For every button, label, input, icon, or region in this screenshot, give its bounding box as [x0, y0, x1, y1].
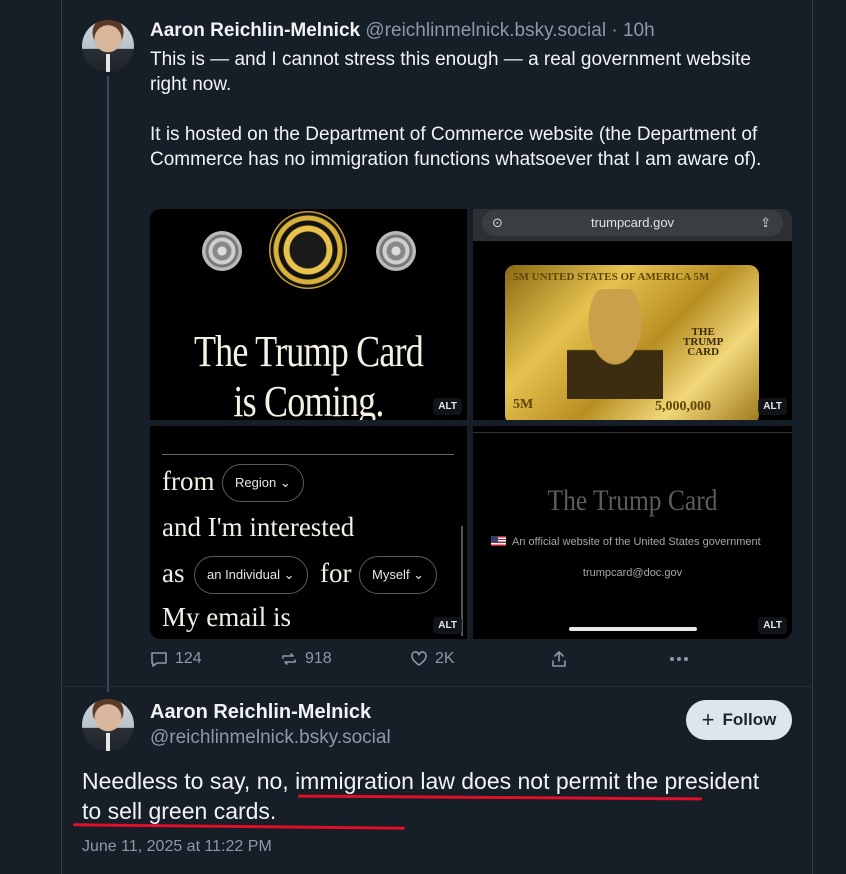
follow-button[interactable]: + Follow — [686, 700, 792, 740]
us-flag-icon — [491, 536, 506, 546]
card-amount-left: 5M — [513, 397, 534, 412]
reply-icon — [151, 652, 167, 667]
post-header: Aaron Reichlin-Melnick @reichlinmelnick.… — [150, 20, 655, 42]
form-divider — [162, 454, 454, 455]
image-divider — [473, 432, 792, 433]
post-text: This is — and I cannot stress this enoug… — [150, 47, 790, 172]
author-handle-time[interactable]: @reichlinmelnick.bsky.social · 10h — [365, 20, 654, 41]
form-text-as: as — [162, 558, 185, 588]
thread-connector-line — [107, 76, 109, 692]
url-bar: ⊙ trumpcard.gov ⇪ — [482, 210, 783, 236]
avatar[interactable] — [82, 699, 134, 751]
dhs-seal-icon — [376, 231, 416, 271]
post-paragraph: This is — and I cannot stress this enoug… — [150, 49, 751, 95]
author-name[interactable]: Aaron Reichlin-Melnick — [150, 20, 360, 41]
like-button[interactable]: 2K — [410, 650, 455, 668]
form-text-from: from — [162, 466, 215, 496]
contact-email: trumpcard@doc.gov — [582, 567, 683, 579]
alt-badge[interactable]: ALT — [758, 398, 787, 415]
myself-label: Myself — [372, 567, 410, 582]
gold-card: 5M UNITED STATES OF AMERICA 5M THE TRUMP… — [505, 265, 759, 420]
browser-bar: ⊙ trumpcard.gov ⇪ — [473, 209, 792, 241]
official-site-notice: An official website of the United States… — [491, 536, 791, 548]
share-icon: ⇪ — [760, 215, 771, 230]
post-date: June 11, 2025 at 11:22 PM — [82, 838, 272, 855]
image-gold-card[interactable]: ⊙ trumpcard.gov ⇪ 5M UNITED STATES OF AM… — [473, 209, 792, 420]
form-text-interested: and I'm interested — [162, 512, 355, 542]
myself-select: Myself ⌄ — [359, 556, 438, 594]
card-label-line: CARD — [687, 346, 720, 358]
image-signup-form[interactable]: from Region ⌄ and I'm interested as an I… — [150, 426, 467, 639]
image-title-line2: is Coming. — [233, 377, 384, 420]
lens-icon: ⊙ — [492, 215, 503, 230]
home-indicator — [569, 627, 697, 631]
image-trump-card-coming[interactable]: The Trump Card is Coming. ALT — [150, 209, 467, 420]
alt-badge[interactable]: ALT — [758, 617, 787, 634]
card-label: THE TRUMP CARD — [683, 327, 723, 358]
post-paragraph: It is hosted on the Department of Commer… — [150, 124, 762, 170]
form-text-for: for — [320, 558, 352, 588]
like-count: 2K — [435, 650, 455, 667]
card-amount-right: 5,000,000 — [655, 399, 711, 414]
form-text-email: My email is — [162, 602, 291, 632]
more-icon — [670, 657, 688, 661]
individual-select: an Individual ⌄ — [194, 556, 308, 594]
image4-title: The Trump Card — [547, 484, 718, 517]
image-grid: The Trump Card is Coming. ALT ⊙ trumpcar… — [150, 209, 792, 639]
card-header: 5M UNITED STATES OF AMERICA 5M — [513, 271, 710, 283]
share-icon — [552, 651, 566, 667]
plus-icon: + — [701, 707, 715, 732]
image-title-line1: The Trump Card — [193, 327, 424, 376]
post-divider — [62, 686, 812, 687]
author-handle[interactable]: @reichlinmelnick.bsky.social — [150, 727, 391, 749]
commerce-seal-icon — [202, 231, 242, 271]
alt-badge[interactable]: ALT — [433, 617, 462, 634]
alt-badge[interactable]: ALT — [433, 398, 462, 415]
repost-button[interactable]: 918 — [280, 650, 332, 668]
post-actions: 124 918 2K — [150, 650, 710, 672]
portrait — [567, 289, 663, 399]
repost-icon — [282, 653, 296, 665]
image-site-footer[interactable]: The Trump Card An official website of th… — [473, 426, 792, 639]
heart-icon — [411, 651, 427, 666]
repost-count: 918 — [305, 650, 332, 667]
reply-count: 124 — [175, 650, 202, 667]
share-button[interactable] — [550, 650, 575, 668]
reply-button[interactable]: 124 — [150, 650, 202, 668]
follow-label: Follow — [722, 710, 777, 729]
author-name[interactable]: Aaron Reichlin-Melnick — [150, 701, 371, 724]
avatar[interactable] — [82, 20, 134, 72]
region-label: Region — [235, 475, 277, 490]
more-button[interactable] — [668, 650, 697, 668]
url-text: trumpcard.gov — [590, 215, 675, 230]
region-select: Region ⌄ — [222, 464, 304, 502]
official-text: An official website of the United States… — [512, 536, 761, 548]
individual-label: an Individual — [207, 567, 280, 582]
presidential-seal-icon — [269, 211, 347, 289]
